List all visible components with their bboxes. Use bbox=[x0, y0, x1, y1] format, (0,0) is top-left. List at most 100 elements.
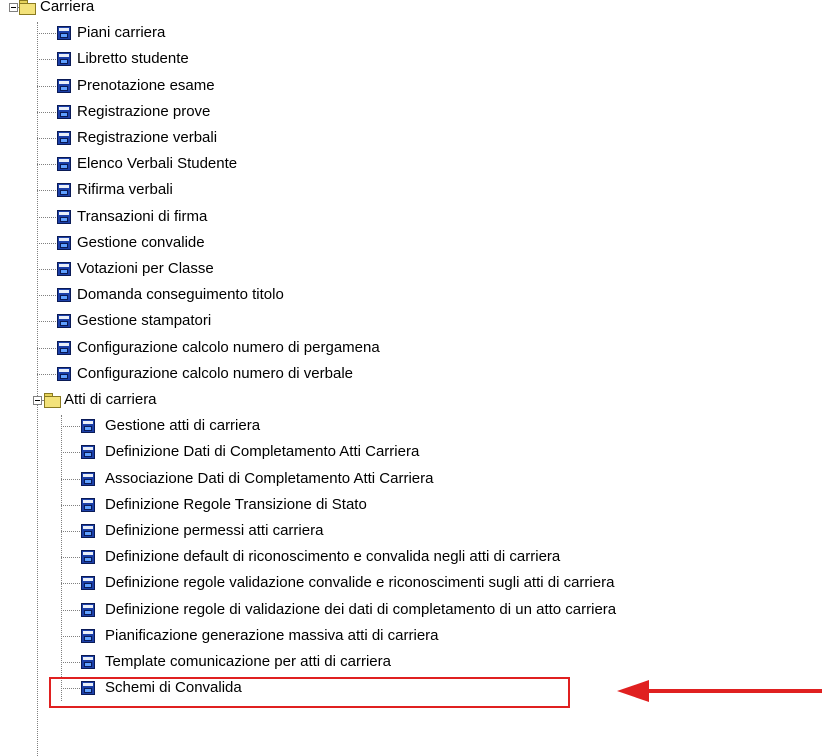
tree-item[interactable]: Definizione regole validazione convalide… bbox=[0, 570, 800, 596]
tree-item-label: Rifirma verbali bbox=[77, 181, 173, 198]
tree-item-label: Prenotazione esame bbox=[77, 77, 215, 94]
program-icon bbox=[81, 419, 95, 433]
program-icon bbox=[57, 236, 71, 250]
tree-guide-line bbox=[37, 59, 56, 60]
folder-icon bbox=[19, 0, 36, 15]
program-icon bbox=[57, 105, 71, 119]
collapse-toggle-icon[interactable] bbox=[9, 3, 18, 12]
tree-item-label: Definizione regole validazione convalide… bbox=[105, 574, 615, 591]
tree-guide-line bbox=[61, 426, 80, 427]
tree-guide-line bbox=[37, 33, 56, 34]
tree-node-carriera[interactable]: Carriera bbox=[0, 0, 200, 20]
tree-item-label: Associazione Dati di Completamento Atti … bbox=[105, 470, 434, 487]
tree-item-label: Registrazione verbali bbox=[77, 129, 218, 146]
program-icon bbox=[57, 26, 71, 40]
tree-guide-line bbox=[61, 583, 80, 584]
tree-item[interactable]: Transazioni di firma bbox=[0, 204, 560, 230]
tree-item[interactable]: Libretto studente bbox=[0, 46, 560, 72]
program-icon bbox=[57, 262, 71, 276]
tree-item-label: Configurazione calcolo numero di verbale bbox=[77, 365, 353, 382]
tree-item-label: Gestione convalide bbox=[77, 234, 205, 251]
tree-item[interactable]: Configurazione calcolo numero di pergame… bbox=[0, 335, 560, 361]
navigation-tree: Carriera Piani carriera Libretto studente P… bbox=[0, 0, 822, 756]
tree-item-label: Transazioni di firma bbox=[77, 208, 208, 225]
tree-item-label: Piani carriera bbox=[77, 24, 166, 41]
tree-item[interactable]: Template comunicazione per atti di carri… bbox=[0, 649, 800, 675]
tree-guide-line bbox=[61, 531, 80, 532]
tree-guide-line bbox=[61, 662, 80, 663]
tree-guide-line bbox=[61, 610, 80, 611]
tree-node-label: Carriera bbox=[40, 0, 95, 15]
tree-item[interactable]: Rifirma verbali bbox=[0, 177, 560, 203]
program-icon bbox=[57, 314, 71, 328]
program-icon bbox=[81, 655, 95, 669]
tree-guide-line bbox=[61, 452, 80, 453]
tree-item[interactable]: Definizione default di riconoscimento e … bbox=[0, 544, 800, 570]
tree-item-label: Definizione Dati di Completamento Atti C… bbox=[105, 443, 420, 460]
tree-item-label: Registrazione prove bbox=[77, 103, 211, 120]
tree-item-highlighted[interactable]: Pianificazione generazione massiva atti … bbox=[0, 623, 800, 649]
tree-item-label: Definizione Regole Transizione di Stato bbox=[105, 496, 367, 513]
tree-guide-line bbox=[37, 269, 56, 270]
tree-guide-line bbox=[61, 557, 80, 558]
tree-item[interactable]: Definizione Dati di Completamento Atti C… bbox=[0, 439, 800, 465]
program-icon bbox=[81, 498, 95, 512]
tree-item-label: Elenco Verbali Studente bbox=[77, 155, 238, 172]
program-icon bbox=[81, 472, 95, 486]
tree-item-label: Libretto studente bbox=[77, 50, 189, 67]
tree-item[interactable]: Domanda conseguimento titolo bbox=[0, 282, 560, 308]
program-icon bbox=[57, 183, 71, 197]
tree-item[interactable]: Definizione regole di validazione dei da… bbox=[0, 597, 800, 623]
tree-guide-line bbox=[37, 138, 56, 139]
tree-guide-line bbox=[37, 190, 56, 191]
folder-icon bbox=[44, 393, 61, 408]
tree-guide-line bbox=[61, 479, 80, 480]
tree-guide-line bbox=[61, 505, 80, 506]
program-icon bbox=[81, 603, 95, 617]
tree-item-label: Definizione default di riconoscimento e … bbox=[105, 548, 561, 565]
program-icon bbox=[57, 79, 71, 93]
tree-item[interactable]: Configurazione calcolo numero di verbale bbox=[0, 361, 560, 387]
arrow-left-icon bbox=[617, 680, 822, 702]
tree-item-label: Definizione permessi atti carriera bbox=[105, 522, 324, 539]
tree-item[interactable]: Definizione Regole Transizione di Stato bbox=[0, 492, 800, 518]
program-icon bbox=[81, 629, 95, 643]
tree-guide-line bbox=[37, 321, 56, 322]
tree-item[interactable]: Registrazione prove bbox=[0, 99, 560, 125]
program-icon bbox=[81, 550, 95, 564]
program-icon bbox=[81, 445, 95, 459]
tree-item[interactable]: Definizione permessi atti carriera bbox=[0, 518, 800, 544]
tree-item[interactable]: Registrazione verbali bbox=[0, 125, 560, 151]
program-icon bbox=[57, 367, 71, 381]
tree-item[interactable]: Gestione atti di carriera bbox=[0, 413, 800, 439]
tree-item-label: Pianificazione generazione massiva atti … bbox=[105, 627, 439, 644]
tree-guide-line bbox=[37, 348, 56, 349]
tree-item[interactable]: Associazione Dati di Completamento Atti … bbox=[0, 466, 800, 492]
program-icon bbox=[81, 524, 95, 538]
program-icon bbox=[57, 157, 71, 171]
tree-guide-line bbox=[37, 217, 56, 218]
program-icon bbox=[57, 52, 71, 66]
collapse-toggle-icon[interactable] bbox=[33, 396, 42, 405]
tree-item[interactable]: Gestione convalide bbox=[0, 230, 560, 256]
highlight-box bbox=[49, 677, 570, 708]
tree-item[interactable]: Gestione stampatori bbox=[0, 308, 560, 334]
tree-guide-line bbox=[37, 295, 56, 296]
tree-item[interactable]: Prenotazione esame bbox=[0, 73, 560, 99]
tree-guide-line bbox=[61, 636, 80, 637]
tree-item-label: Definizione regole di validazione dei da… bbox=[105, 601, 617, 618]
tree-guide-line bbox=[37, 112, 56, 113]
tree-node-label: Atti di carriera bbox=[64, 391, 157, 408]
tree-item-label: Domanda conseguimento titolo bbox=[77, 286, 284, 303]
tree-guide-line bbox=[37, 243, 56, 244]
tree-item[interactable]: Votazioni per Classe bbox=[0, 256, 560, 282]
tree-item[interactable]: Piani carriera bbox=[0, 20, 560, 46]
program-icon bbox=[57, 131, 71, 145]
program-icon bbox=[57, 210, 71, 224]
program-icon bbox=[81, 576, 95, 590]
tree-node-atti-di-carriera[interactable]: Atti di carriera bbox=[0, 387, 250, 413]
tree-guide-line bbox=[37, 86, 56, 87]
tree-item[interactable]: Elenco Verbali Studente bbox=[0, 151, 560, 177]
tree-guide-line bbox=[37, 374, 56, 375]
tree-item-label: Gestione atti di carriera bbox=[105, 417, 261, 434]
